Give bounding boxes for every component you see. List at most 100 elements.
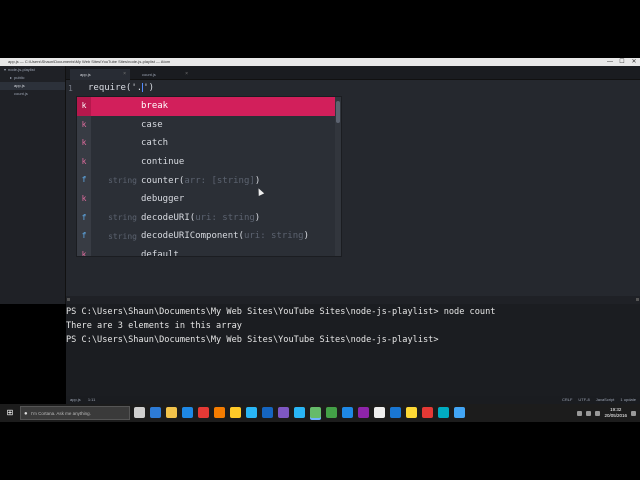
tab-count-js[interactable]: count.js ×	[132, 69, 192, 80]
tab-label: app.js	[80, 72, 91, 77]
suggestion-params: arr: [string]	[184, 175, 255, 186]
windows-logo-icon: ⊞	[6, 408, 14, 417]
store-icon[interactable]	[182, 407, 193, 418]
code-line[interactable]: require('.')	[88, 83, 154, 93]
system-tray: 19:32 20/05/2016	[577, 404, 636, 422]
opera-icon[interactable]	[198, 407, 209, 418]
project-name: node-js-playlist	[8, 67, 35, 72]
tray-icon[interactable]	[577, 410, 583, 416]
cortana-search-box[interactable]: ● I'm Cortana. Ask me anything.	[20, 406, 130, 420]
autocomplete-item[interactable]: k break	[77, 97, 341, 116]
tree-item-public[interactable]: ▸ public	[0, 74, 65, 82]
keyword-kind-icon: k	[77, 134, 91, 153]
autocomplete-item[interactable]: f string decodeURIComponent(uri: string)	[77, 227, 341, 246]
cyan-app-icon[interactable]	[438, 407, 449, 418]
suggestion-params: uri: string	[243, 231, 304, 242]
panel-resize-handle[interactable]	[66, 296, 640, 304]
suggestion-name: break	[141, 101, 169, 112]
powershell-icon[interactable]	[262, 407, 273, 418]
tree-item-count-js[interactable]: count.js	[0, 90, 65, 98]
suggestion-name: continue	[141, 157, 185, 168]
terminal-panel[interactable]: PS C:\Users\Shaun\Documents\My Web Sites…	[66, 304, 640, 396]
status-encoding[interactable]: UTF-8	[578, 396, 589, 404]
autocomplete-item[interactable]: f string counter(arr: [string])	[77, 171, 341, 190]
suggestion-tail: )	[254, 175, 261, 186]
autocomplete-item[interactable]: k catch	[77, 134, 341, 153]
suggestion-text: decodeURI(uri: string)	[141, 213, 260, 223]
minimize-button[interactable]: —	[604, 58, 616, 66]
edge-icon[interactable]	[150, 407, 161, 418]
status-grammar[interactable]: JavaScript	[596, 396, 615, 404]
ps-icon[interactable]	[246, 407, 257, 418]
microphone-icon[interactable]: ●	[24, 407, 28, 421]
yellow-app-icon[interactable]	[406, 407, 417, 418]
function-kind-icon: f	[77, 171, 91, 190]
autocomplete-item[interactable]: k default	[77, 245, 341, 256]
status-updates[interactable]: 1 update	[620, 396, 636, 404]
grip-icon	[636, 298, 639, 301]
red-app-icon[interactable]	[422, 407, 433, 418]
suggestion-text: counter(arr: [string])	[141, 176, 260, 186]
media-icon[interactable]	[390, 407, 401, 418]
blue-app-icon[interactable]	[342, 407, 353, 418]
terminal-line: PS C:\Users\Shaun\Documents\My Web Sites…	[66, 307, 496, 317]
start-button[interactable]: ⊞	[2, 404, 18, 422]
suggestion-text: debugger	[141, 194, 184, 204]
autocomplete-item[interactable]: k case	[77, 115, 341, 135]
visual-studio-icon[interactable]	[278, 407, 289, 418]
green-app-icon[interactable]	[326, 407, 337, 418]
maximize-button[interactable]: ☐	[616, 58, 628, 66]
return-type: string	[108, 213, 137, 223]
suggestion-name: catch	[141, 138, 169, 149]
autocomplete-item[interactable]: k debugger	[77, 189, 341, 209]
tab-app-js[interactable]: app.js ×	[70, 69, 130, 80]
line-number: 1	[68, 84, 73, 93]
function-kind-icon: f	[77, 227, 91, 246]
autocomplete-item[interactable]: k continue	[77, 152, 341, 172]
keyword-kind-icon: k	[77, 245, 91, 256]
close-tab-icon[interactable]: ×	[123, 69, 126, 80]
suggestion-text: catch	[141, 138, 168, 148]
volume-icon[interactable]	[595, 410, 601, 416]
firefox-icon[interactable]	[214, 407, 225, 418]
code-before-cursor: require('.	[88, 83, 143, 93]
suggestion-name: debugger	[141, 194, 185, 205]
tree-project-root[interactable]: ▾ node-js-playlist	[0, 66, 65, 74]
status-line-ending[interactable]: CRLF	[562, 396, 572, 404]
obs-icon[interactable]	[374, 407, 385, 418]
suggestion-tail: )	[303, 231, 309, 242]
suggestion-name: decodeURIComponent(	[141, 231, 244, 242]
tree-item-app-js[interactable]: app.js	[0, 82, 65, 90]
task-view-icon[interactable]	[134, 407, 145, 418]
suggestion-tail: )	[254, 212, 261, 223]
status-file-name[interactable]: app.js	[70, 397, 81, 402]
suggestion-name: decodeURI(	[141, 212, 196, 223]
close-button[interactable]: ✕	[628, 58, 640, 66]
scrollbar-thumb[interactable]	[336, 101, 340, 123]
tray-icon[interactable]	[586, 410, 592, 416]
snip-icon[interactable]	[454, 407, 465, 418]
autocomplete-scrollbar[interactable]	[335, 97, 341, 256]
chrome-icon[interactable]	[230, 407, 241, 418]
autocomplete-item[interactable]: f string decodeURI(uri: string)	[77, 208, 341, 228]
suggestion-text: default	[141, 250, 179, 256]
file-explorer-icon[interactable]	[166, 407, 177, 418]
status-bar: app.js 1:11 CRLF UTF-8 JavaScript 1 upda…	[66, 396, 640, 404]
skype-icon[interactable]	[294, 407, 305, 418]
tree-view: ▾ node-js-playlist ▸ public app.js count…	[0, 66, 66, 304]
purple-app-icon[interactable]	[358, 407, 369, 418]
keyword-kind-icon: k	[77, 152, 91, 172]
atom-icon[interactable]	[310, 407, 321, 418]
suggestion-params: uri: string	[195, 212, 255, 223]
close-tab-icon[interactable]: ×	[185, 69, 188, 80]
status-cursor-position[interactable]: 1:11	[88, 397, 96, 402]
notifications-icon[interactable]	[631, 410, 636, 416]
tree-item-label: count.js	[14, 91, 28, 96]
suggestion-name: counter(	[141, 175, 185, 186]
return-type: string	[108, 231, 137, 241]
tab-bar: app.js × count.js ×	[66, 66, 640, 80]
cortana-placeholder: I'm Cortana. Ask me anything.	[31, 411, 91, 416]
taskbar-clock[interactable]: 19:32 20/05/2016	[604, 407, 627, 419]
window-title: app.js — C:\Users\Shaun\Documents\My Web…	[8, 59, 171, 64]
clock-date: 20/05/2016	[604, 413, 627, 418]
